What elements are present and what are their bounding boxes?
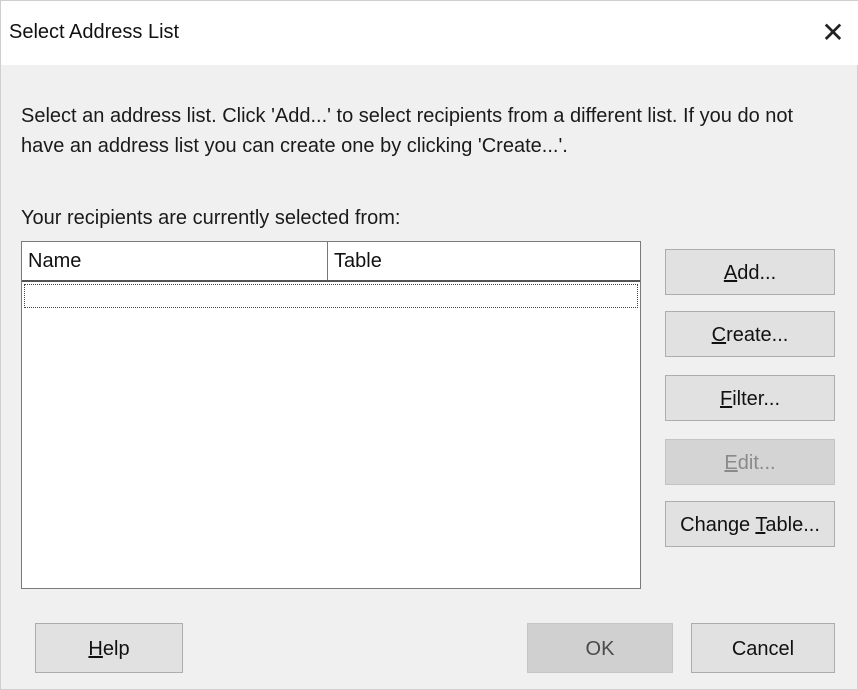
select-address-list-dialog: Select Address List ✕ Select an address … xyxy=(0,0,858,690)
change-table-button[interactable]: Change Table... xyxy=(665,501,835,547)
dialog-description: Select an address list. Click 'Add...' t… xyxy=(21,105,794,157)
help-mnemonic: H xyxy=(88,638,103,660)
filter-mnemonic: F xyxy=(719,388,733,410)
address-list-table[interactable]: Name Table xyxy=(21,241,641,589)
edit-button[interactable]: Edit... xyxy=(665,439,835,485)
change-table-mnemonic: T xyxy=(755,514,766,536)
add-label-rest: dd... xyxy=(737,262,777,284)
create-button[interactable]: Create... xyxy=(665,311,835,357)
add-mnemonic: A xyxy=(723,262,738,284)
change-table-label-pre: Change xyxy=(680,514,756,536)
ok-button[interactable]: OK xyxy=(527,623,673,673)
dialog-title: Select Address List xyxy=(9,21,180,43)
filter-label-rest: ilter... xyxy=(732,388,780,410)
column-header-name[interactable]: Name xyxy=(22,242,328,280)
add-button[interactable]: Add... xyxy=(665,249,835,295)
change-table-label-rest: able... xyxy=(765,514,820,536)
title-bar: Select Address List ✕ xyxy=(1,1,858,65)
edit-mnemonic: E xyxy=(724,452,738,474)
recipients-label: Your recipients are currently selected f… xyxy=(21,207,401,229)
table-header: Name Table xyxy=(22,242,640,282)
close-icon[interactable]: ✕ xyxy=(813,13,853,53)
table-row[interactable] xyxy=(24,284,638,308)
filter-button[interactable]: Filter... xyxy=(665,375,835,421)
cancel-button[interactable]: Cancel xyxy=(691,623,835,673)
edit-label-rest: dit... xyxy=(737,452,776,474)
column-header-table[interactable]: Table xyxy=(328,242,638,280)
create-mnemonic: C xyxy=(711,324,727,346)
help-button[interactable]: Help xyxy=(35,623,183,673)
help-label-rest: elp xyxy=(102,638,130,660)
create-label-rest: reate... xyxy=(726,324,789,346)
